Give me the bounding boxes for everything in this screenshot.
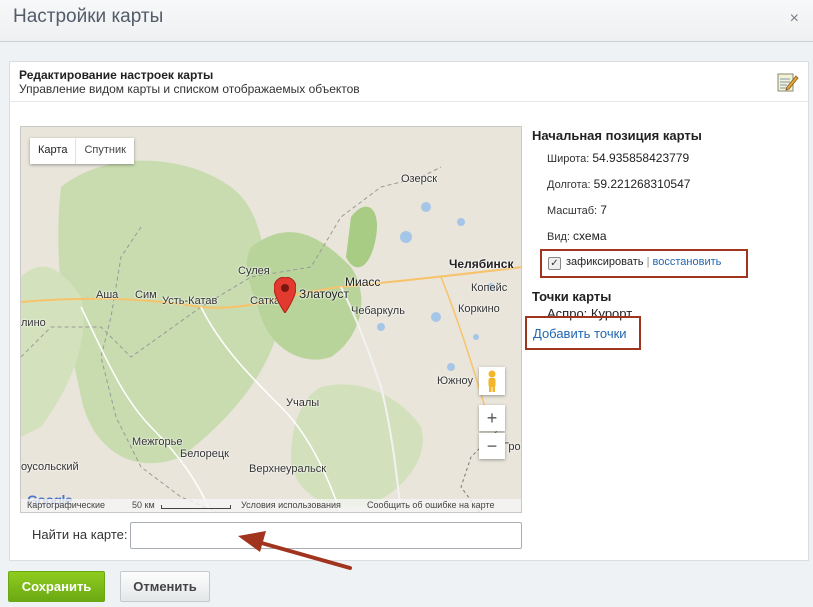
map-search-input[interactable] bbox=[130, 522, 522, 549]
map-city-label: Учалы bbox=[286, 397, 320, 409]
map-city-label: Гро bbox=[503, 441, 521, 453]
map-view[interactable]: Карта Спутник Озерск Златоуст Челябинск … bbox=[20, 126, 522, 513]
map-city-label: Южноу bbox=[437, 375, 474, 387]
latitude-row: Широта: 54.935858423779 bbox=[547, 151, 689, 165]
settings-panel: Редактирование настроек карты Управление… bbox=[9, 61, 809, 561]
map-city-label: Белорецк bbox=[180, 448, 229, 460]
map-terms-link[interactable]: Условия использования bbox=[241, 500, 341, 510]
fix-position-label[interactable]: зафиксировать bbox=[566, 256, 644, 268]
position-section-title: Начальная позиция карты bbox=[532, 128, 702, 143]
pegman-icon[interactable] bbox=[479, 367, 505, 395]
points-section-title: Точки карты bbox=[532, 289, 612, 304]
panel-heading: Редактирование настроек карты bbox=[19, 68, 214, 82]
longitude-row: Долгота: 59.221268310547 bbox=[547, 177, 690, 191]
map-city-label: Чебаркуль bbox=[351, 305, 405, 317]
map-city-label: Межгорье bbox=[132, 436, 183, 448]
latitude-value: 54.935858423779 bbox=[592, 151, 690, 165]
map-city-label: оусольский bbox=[21, 461, 79, 473]
map-city-label: Коркино bbox=[458, 303, 500, 315]
map-type-toggle: Карта Спутник bbox=[30, 138, 134, 164]
map-city-label: Озерск bbox=[401, 173, 438, 185]
zoom-in-button[interactable]: + bbox=[479, 405, 505, 431]
zoom-value: 7 bbox=[600, 203, 607, 217]
map-scale-label: 50 км bbox=[132, 500, 155, 510]
view-row: Вид: схема bbox=[547, 229, 607, 243]
zoom-row: Масштаб: 7 bbox=[547, 203, 607, 217]
longitude-value: 59.221268310547 bbox=[593, 177, 691, 191]
dialog-title: Настройки карты bbox=[13, 6, 164, 27]
add-points-link[interactable]: Добавить точки bbox=[533, 326, 627, 341]
view-value: схема bbox=[573, 229, 607, 243]
panel-subheading: Управление видом карты и списком отображ… bbox=[19, 82, 360, 96]
separator: | bbox=[646, 256, 650, 268]
notepad-pencil-icon bbox=[777, 73, 799, 92]
map-city-label: Усть-Катав bbox=[162, 295, 218, 307]
map-footer: Картографические 50 км Условия использов… bbox=[21, 499, 521, 512]
map-pin-icon[interactable] bbox=[274, 277, 296, 313]
map-city-label: Миасс bbox=[345, 275, 381, 289]
save-button[interactable]: Сохранить bbox=[8, 571, 105, 602]
map-terrain bbox=[21, 127, 521, 512]
map-city-label: Верхнеуральск bbox=[249, 463, 327, 475]
view-label: Вид: bbox=[547, 231, 570, 243]
panel-header: Редактирование настроек карты Управление… bbox=[10, 62, 808, 102]
map-city-label: Челябинск bbox=[449, 257, 514, 271]
latitude-label: Широта: bbox=[547, 153, 590, 165]
map-type-map-button[interactable]: Карта bbox=[30, 138, 75, 164]
cancel-button[interactable]: Отменить bbox=[120, 571, 210, 602]
map-footer-cartographic[interactable]: Картографические bbox=[27, 500, 105, 510]
dialog-title-bar: Настройки карты × bbox=[0, 0, 813, 42]
map-info-sidebar: Начальная позиция карты Широта: 54.93585… bbox=[525, 128, 802, 350]
close-icon[interactable]: × bbox=[790, 10, 799, 28]
restore-link[interactable]: восстановить bbox=[653, 256, 722, 268]
map-city-label: Аша bbox=[96, 289, 119, 301]
map-report-link[interactable]: Сообщить об ошибке на карте bbox=[367, 500, 494, 510]
search-label: Найти на карте: bbox=[32, 527, 128, 542]
map-city-label: Сим bbox=[135, 289, 157, 301]
dialog-body: Редактирование настроек карты Управление… bbox=[0, 42, 813, 607]
map-city-label: Сулея bbox=[238, 265, 270, 277]
map-city-label: Златоуст bbox=[299, 287, 349, 301]
map-city-label: Копейс bbox=[471, 282, 508, 294]
zoom-label: Масштаб: bbox=[547, 205, 598, 217]
fix-position-highlight: ✓ зафиксировать | восстановить bbox=[540, 249, 748, 278]
map-city-label: лино bbox=[21, 317, 46, 329]
fix-position-row: зафиксировать | восстановить bbox=[566, 256, 721, 268]
map-type-satellite-button[interactable]: Спутник bbox=[75, 138, 133, 164]
add-points-highlight: Добавить точки bbox=[525, 316, 641, 350]
longitude-label: Долгота: bbox=[547, 179, 591, 191]
map-scale-bar bbox=[161, 505, 231, 509]
fix-position-checkbox[interactable]: ✓ bbox=[548, 257, 561, 270]
zoom-out-button[interactable]: − bbox=[479, 433, 505, 459]
